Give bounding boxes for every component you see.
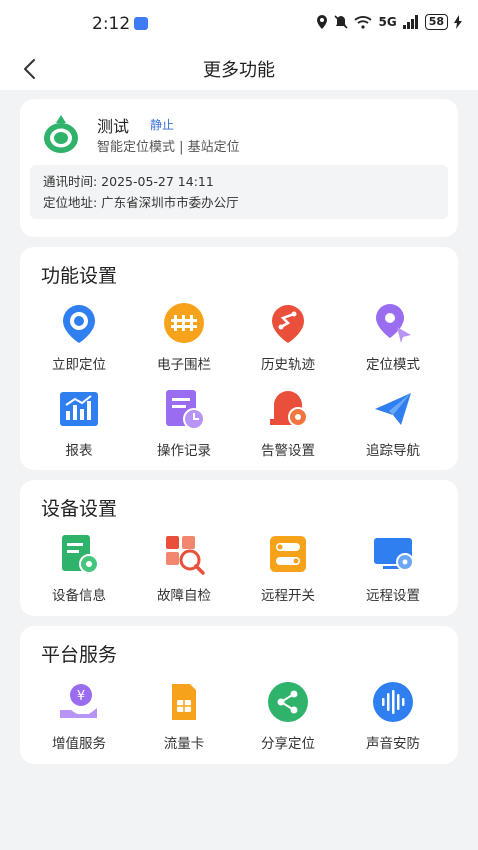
section-title: 平台服务 — [41, 644, 118, 666]
notification-app-icon — [134, 17, 148, 30]
value-added-service-button[interactable]: ¥ 增值服务 — [24, 680, 134, 752]
function-settings-section: 功能设置 立即定位 电子围栏 历史轨迹 定位模式 报表 操作记录 告警设置 追踪… — [20, 247, 458, 470]
geofence-icon — [164, 303, 204, 343]
svg-text:¥: ¥ — [77, 689, 85, 704]
item-label: 操作记录 — [157, 443, 211, 459]
item-label: 立即定位 — [52, 357, 106, 373]
item-label: 声音安防 — [366, 736, 420, 752]
status-bar: 2:12 5G 58 — [0, 0, 478, 48]
item-label: 设备信息 — [52, 588, 106, 604]
device-info-button[interactable]: 设备信息 — [24, 532, 134, 604]
item-label: 告警设置 — [261, 443, 315, 459]
geofence-button[interactable]: 电子围栏 — [129, 301, 239, 373]
fault-check-button[interactable]: 故障自检 — [129, 532, 239, 604]
signal-icon — [402, 15, 418, 29]
tracking-navigation-icon — [375, 393, 411, 425]
network-type: 5G — [378, 15, 397, 29]
remote-settings-icon — [374, 538, 414, 571]
location-status-icon — [317, 15, 328, 29]
fault-check-icon — [166, 536, 205, 575]
platform-services-section: 平台服务 ¥ 增值服务 流量卡 分享定位 声音安防 — [20, 626, 458, 764]
section-title: 功能设置 — [41, 265, 118, 287]
item-label: 分享定位 — [261, 736, 315, 752]
status-time: 2:12 — [92, 14, 131, 34]
status-indicators: 5G 58 — [316, 14, 462, 30]
comm-time: 通讯时间: 2025-05-27 14:11 — [43, 174, 214, 189]
value-added-service-icon: ¥ — [60, 684, 97, 718]
section-title: 设备设置 — [41, 498, 118, 520]
data-card-button[interactable]: 流量卡 — [129, 680, 239, 752]
locate-mode-button[interactable]: 定位模式 — [338, 301, 448, 373]
tracking-navigation-button[interactable]: 追踪导航 — [338, 387, 448, 459]
item-label: 远程设置 — [366, 588, 420, 604]
item-label: 电子围栏 — [157, 357, 211, 373]
sound-security-icon — [373, 682, 413, 722]
history-track-button[interactable]: 历史轨迹 — [233, 301, 343, 373]
remote-settings-button[interactable]: 远程设置 — [338, 532, 448, 604]
history-track-icon — [272, 305, 304, 343]
page-title: 更多功能 — [203, 60, 275, 81]
data-card-icon — [172, 684, 196, 720]
share-location-button[interactable]: 分享定位 — [233, 680, 343, 752]
item-label: 故障自检 — [157, 588, 211, 604]
mute-icon — [334, 15, 349, 29]
device-info-icon — [62, 535, 99, 574]
device-settings-section: 设备设置 设备信息 故障自检 远程开关 远程设置 — [20, 480, 458, 616]
device-logo-icon — [44, 115, 78, 153]
item-label: 流量卡 — [163, 736, 205, 752]
operation-log-icon — [166, 390, 205, 430]
item-label: 增值服务 — [52, 736, 106, 752]
item-label: 报表 — [65, 443, 93, 459]
report-icon — [60, 392, 98, 426]
remote-switch-button[interactable]: 远程开关 — [233, 532, 343, 604]
item-label: 追踪导航 — [366, 443, 420, 459]
locate-now-icon — [63, 305, 95, 343]
share-location-icon — [268, 682, 308, 722]
wifi-icon — [354, 16, 373, 29]
locate-now-button[interactable]: 立即定位 — [24, 301, 134, 373]
device-card[interactable]: 测试 静止 智能定位模式 | 基站定位 通讯时间: 2025-05-27 14:… — [20, 99, 458, 237]
locate-mode-icon — [376, 304, 411, 343]
report-button[interactable]: 报表 — [24, 387, 134, 459]
alarm-settings-button[interactable]: 告警设置 — [233, 387, 343, 459]
location-address: 定位地址: 广东省深圳市市委办公厅 — [43, 195, 239, 210]
status-badge: 静止 — [150, 118, 175, 132]
alarm-settings-icon — [270, 391, 308, 427]
item-label: 定位模式 — [366, 357, 420, 373]
nav-bar: 更多功能 — [0, 48, 478, 90]
device-name: 测试 — [97, 117, 130, 136]
charging-icon — [454, 15, 462, 29]
battery-indicator: 58 — [424, 14, 448, 30]
device-info-panel: 通讯时间: 2025-05-27 14:11 定位地址: 广东省深圳市市委办公厅 — [30, 165, 448, 219]
operation-log-button[interactable]: 操作记录 — [129, 387, 239, 459]
remote-switch-icon — [270, 536, 306, 572]
sound-security-button[interactable]: 声音安防 — [338, 680, 448, 752]
device-mode: 智能定位模式 | 基站定位 — [97, 140, 240, 155]
item-label: 远程开关 — [261, 588, 315, 604]
item-label: 历史轨迹 — [261, 357, 315, 373]
